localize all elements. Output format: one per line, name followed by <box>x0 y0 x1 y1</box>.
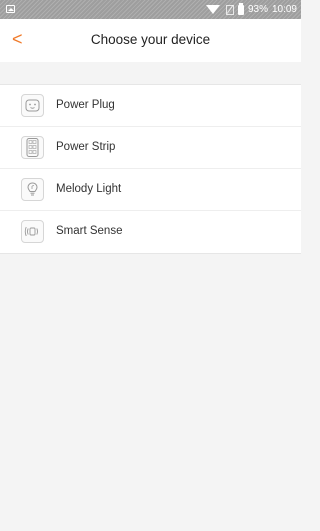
device-label: Power Strip <box>56 141 116 153</box>
device-list: Power Plug Power Strip Melody Light Smar… <box>0 84 301 254</box>
no-sim-icon <box>225 4 234 15</box>
clock-time: 10:09 <box>271 4 297 15</box>
page-title: Choose your device <box>90 32 211 47</box>
app-header: < Choose your device <box>0 19 301 62</box>
battery-percent: 93% <box>247 4 268 15</box>
device-label: Smart Sense <box>56 225 123 237</box>
battery-icon <box>237 2 244 15</box>
device-item-power-plug[interactable]: Power Plug <box>0 85 301 127</box>
image-notification-icon <box>6 5 15 13</box>
status-icons: 93% 10:09 <box>205 2 297 16</box>
power-plug-icon <box>21 94 44 117</box>
power-strip-icon <box>21 136 44 159</box>
device-label: Power Plug <box>56 99 115 111</box>
melody-light-icon <box>21 178 44 201</box>
device-item-melody-light[interactable]: Melody Light <box>0 169 301 211</box>
device-item-power-strip[interactable]: Power Strip <box>0 127 301 169</box>
status-bar: 93% 10:09 <box>0 0 301 19</box>
smart-sense-icon <box>21 220 44 243</box>
device-label: Melody Light <box>56 183 122 195</box>
wifi-icon <box>205 5 220 14</box>
device-item-smart-sense[interactable]: Smart Sense <box>0 211 301 253</box>
